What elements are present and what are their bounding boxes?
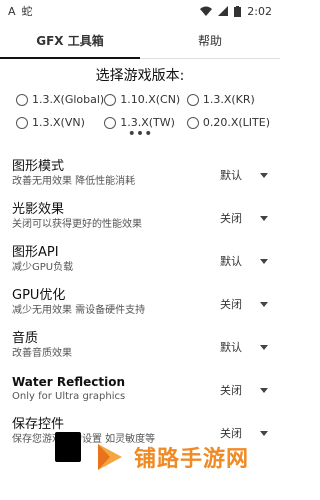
dropdown-caret-icon (260, 258, 268, 264)
shadow-select[interactable]: 关闭 (220, 210, 268, 226)
version-title: 选择游戏版本: (95, 68, 185, 84)
more-dots: ••• (127, 126, 153, 142)
select-value: 关闭 (220, 298, 242, 311)
radio-label: 1.3.X(VN) (32, 116, 85, 129)
setting-row-gpu-opt: GPU优化 减少无用效果 需设备硬件支持 关闭 (0, 284, 280, 327)
radio-circle-icon (104, 116, 117, 129)
dropdown-caret-icon (260, 344, 268, 350)
app-notification-icon: A (8, 4, 16, 18)
select-value: 默认 (220, 255, 242, 268)
radio-circle-icon (16, 116, 28, 129)
radio-circle-icon (186, 116, 199, 129)
play-logo-icon (98, 444, 122, 470)
setting-row-graphics-api: 图形API 减少GPU负载 默认 (0, 241, 280, 284)
select-value: 默认 (220, 341, 242, 354)
wifi-icon (200, 6, 213, 16)
watermark: 铺路手游网 (92, 440, 249, 474)
tab-gfx-toolbox[interactable]: GFX 工具箱 (0, 22, 140, 58)
floating-app-icon[interactable] (55, 432, 81, 462)
tab-help[interactable]: 帮助 (140, 22, 280, 58)
setting-row-water-reflection: Water Reflection Only for Ultra graphics… (0, 370, 280, 413)
dropdown-caret-icon (260, 215, 268, 221)
select-value: 默认 (220, 169, 242, 182)
radio-label: 1.3.X(Global) (32, 93, 105, 106)
dropdown-caret-icon (260, 430, 268, 436)
radio-circle-icon (104, 93, 117, 106)
active-tab-indicator (0, 57, 140, 59)
radio-version-kr[interactable]: 1.3.X(KR) (186, 93, 270, 106)
setting-row-graphics: 图形模式 改善无用效果 降低性能消耗 默认 (0, 155, 280, 198)
dropdown-caret-icon (260, 172, 268, 178)
select-value: 关闭 (220, 212, 242, 225)
water-reflection-select[interactable]: 关闭 (220, 382, 268, 398)
radio-label: 1.3.X(KR) (202, 93, 255, 106)
clock: 2:02 (247, 4, 272, 18)
audio-select[interactable]: 默认 (220, 339, 268, 355)
setting-row-shadow: 光影效果 关闭可以获得更好的性能效果 关闭 (0, 198, 280, 241)
graphics-select[interactable]: 默认 (220, 167, 268, 183)
save-controls-select[interactable]: 关闭 (220, 425, 268, 441)
watermark-text: 铺路手游网 (134, 447, 250, 472)
radio-circle-icon (186, 93, 199, 106)
radio-label: 0.20.X(LITE) (202, 116, 270, 129)
signal-icon (218, 6, 229, 16)
gpu-opt-select[interactable]: 关闭 (220, 296, 268, 312)
graphics-api-select[interactable]: 默认 (220, 253, 268, 269)
battery-icon (234, 5, 242, 17)
radio-version-global[interactable]: 1.3.X(Global) (16, 93, 104, 106)
tab-bar: GFX 工具箱 帮助 (0, 22, 280, 59)
radio-circle-icon (16, 93, 28, 106)
status-bar: A 蛇 2:02 (0, 0, 280, 22)
dropdown-caret-icon (260, 301, 268, 307)
radio-label: 1.10.X(CN) (120, 93, 181, 106)
radio-version-vn[interactable]: 1.3.X(VN) (16, 116, 104, 129)
select-value: 关闭 (220, 384, 242, 397)
settings-list: 图形模式 改善无用效果 降低性能消耗 默认 光影效果 关闭可以获得更好的性能效果… (0, 155, 280, 456)
setting-row-audio: 音质 改善音质效果 默认 (0, 327, 280, 370)
select-value: 关闭 (220, 427, 242, 440)
dropdown-caret-icon (260, 387, 268, 393)
radio-version-lite[interactable]: 0.20.X(LITE) (186, 116, 270, 129)
version-radio-group: 1.3.X(Global) 1.10.X(CN) 1.3.X(KR) 1.3.X… (0, 85, 280, 129)
app-notification-icon-2: 蛇 (21, 5, 33, 18)
radio-version-cn[interactable]: 1.10.X(CN) (104, 93, 187, 106)
